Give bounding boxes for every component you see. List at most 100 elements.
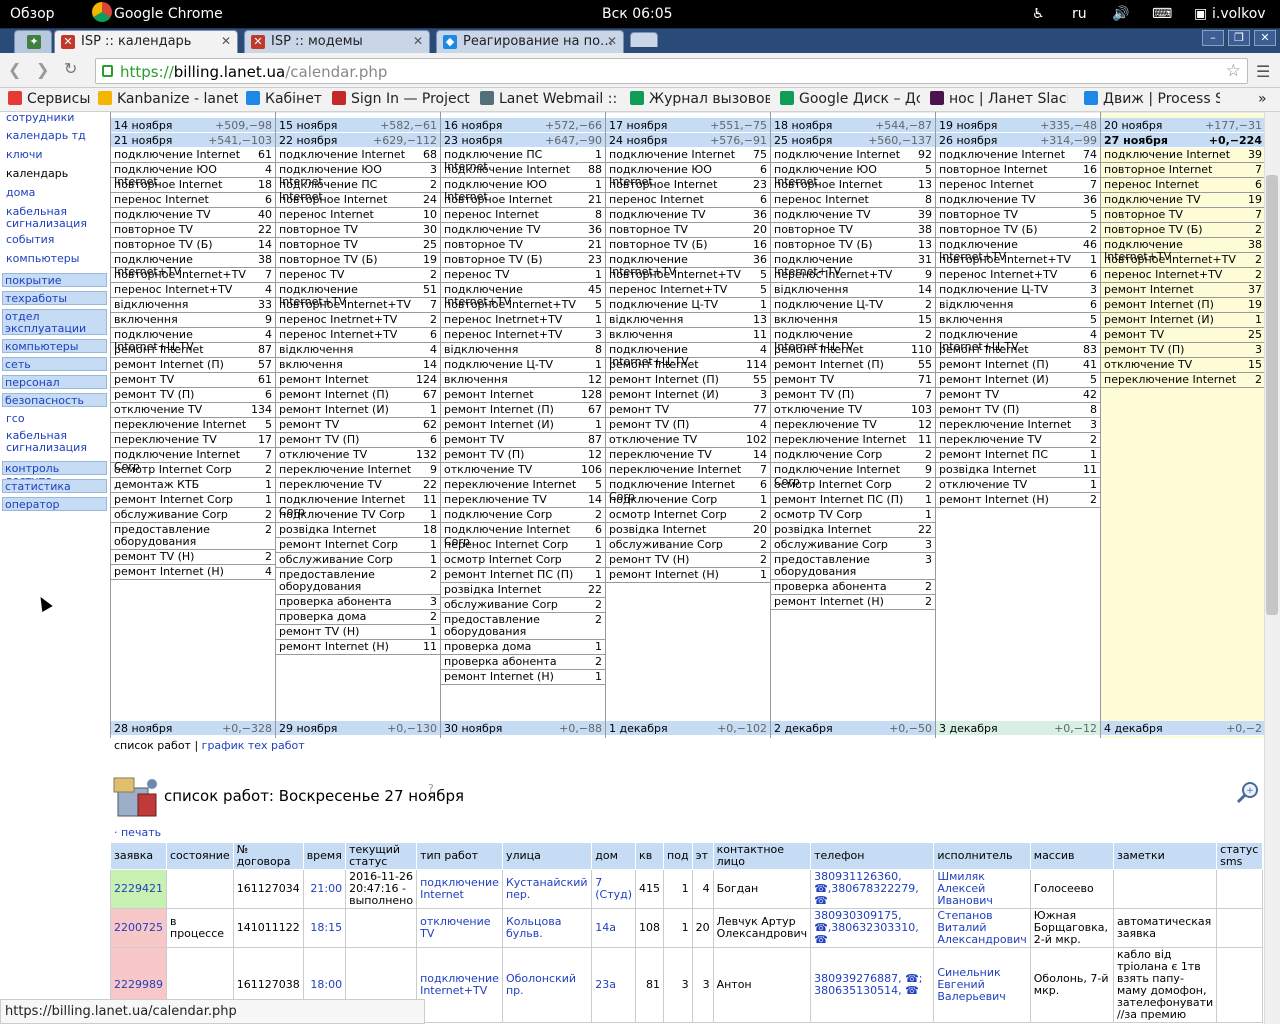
work-type-row[interactable]: ремонт Internet (Н) 4 (111, 565, 275, 580)
forward-icon[interactable]: ❯ (36, 60, 49, 79)
work-type-row[interactable]: розвідка Internet 18 (276, 523, 440, 538)
work-type-row[interactable]: перенос Internet 6 (1101, 178, 1264, 193)
work-type-row[interactable]: подключение Ц-TV 1 (606, 298, 770, 313)
work-type-row[interactable]: подключение TV 40 (111, 208, 275, 223)
work-type-row[interactable]: проверка абонента 2 (441, 655, 605, 670)
work-type-row[interactable]: предоставление оборудования 3 (771, 553, 935, 580)
print-link[interactable]: · печать (114, 826, 161, 839)
work-type-row[interactable]: подключение Internet Corp 9 (771, 463, 935, 488)
bookmark-item[interactable]: Сервисы (8, 91, 92, 107)
work-type-row[interactable]: подключение ЮО Internet 1 (441, 178, 605, 203)
work-type-row[interactable]: подключение Internet+TV 31 (771, 253, 935, 278)
sidebar-link[interactable]: ключи (6, 149, 102, 161)
sidebar-section[interactable]: безопасность (2, 393, 107, 407)
work-type-row[interactable]: ремонт Internet (Н) 1 (441, 670, 605, 685)
cell-street-link[interactable]: Оболонский пр. (506, 972, 576, 997)
bookmark-item[interactable]: Sign In — Projects (332, 91, 470, 107)
work-type-row[interactable]: переключение TV 2 (936, 433, 1100, 448)
column-header[interactable]: массив (1029, 842, 1114, 870)
work-type-row[interactable]: переключение TV 14 (441, 493, 605, 508)
day-header[interactable]: 19 ноября +335,−48 (936, 118, 1100, 133)
work-type-row[interactable]: предоставление оборудования 2 (276, 568, 440, 595)
sidebar-link[interactable]: дома (6, 187, 102, 199)
minimize-icon[interactable]: – (1202, 30, 1224, 46)
sidebar-section[interactable]: отдел эксплуатации (2, 309, 107, 335)
column-header[interactable]: тип работ (416, 842, 503, 870)
work-type-row[interactable]: повторное Internet+TV 5 (441, 298, 605, 313)
work-type-row[interactable]: ремонт Internet 37 (1101, 283, 1264, 298)
work-type-row[interactable]: перенос Internet 7 (936, 178, 1100, 193)
work-type-row[interactable]: подключение Internet 68 (276, 148, 440, 163)
help-icon[interactable]: ? (428, 782, 434, 795)
work-type-row[interactable]: подключение Corp 2 (771, 448, 935, 463)
work-type-row[interactable]: ремонт Internet 128 (441, 388, 605, 403)
work-type-row[interactable]: перенос Internet+TV 4 (111, 283, 275, 298)
cell-house[interactable]: 23а (591, 947, 637, 1023)
cell-time-link[interactable]: 21:00 (310, 882, 342, 895)
work-type-row[interactable]: подключение ЮО Internet 4 (111, 163, 275, 188)
work-type-row[interactable]: проверка абонента 3 (276, 595, 440, 610)
work-type-row[interactable]: включення 15 (771, 313, 935, 328)
cell-phone[interactable]: 380939276887, ☎; 380635130514, ☎ (810, 947, 935, 1023)
work-type-row[interactable]: ремонт Internet ПС 1 (936, 448, 1100, 463)
work-type-row[interactable]: ремонт TV 25 (1101, 328, 1264, 343)
work-type-row[interactable]: повторное TV 22 (111, 223, 275, 238)
work-type-row[interactable]: перенос Internet 8 (771, 193, 935, 208)
sidebar-link[interactable]: события (6, 234, 102, 246)
work-type-row[interactable]: переключение Internet 5 (441, 478, 605, 493)
sidebar-link[interactable]: сотрудники (6, 112, 102, 124)
work-type-row[interactable]: включення 11 (606, 328, 770, 343)
work-type-row[interactable]: отключение TV 106 (441, 463, 605, 478)
column-header[interactable]: № договора (232, 842, 304, 870)
schedule-link[interactable]: график тех работ (202, 739, 305, 752)
work-type-row[interactable]: повторное TV 20 (606, 223, 770, 238)
work-type-row[interactable]: подключение Internet Corp 6 (441, 523, 605, 548)
sidebar-section[interactable]: контроль доступа (2, 461, 107, 487)
work-type-row[interactable]: відключення 6 (936, 298, 1100, 313)
work-type-row[interactable]: ремонт Internet Corp 1 (111, 493, 275, 508)
work-type-row[interactable]: повторное TV (Б) 13 (771, 238, 935, 253)
work-type-row[interactable]: отключение TV 103 (771, 403, 935, 418)
sidebar-section[interactable]: техработы (2, 291, 107, 305)
bookmark-item[interactable]: Google Диск – Дс (780, 91, 920, 107)
work-type-row[interactable]: подключение ЮО Internet 3 (276, 163, 440, 188)
work-type-row[interactable]: повторное Internet 21 (441, 193, 605, 208)
sidebar-section[interactable]: сеть (2, 357, 107, 371)
cell-type-link[interactable]: подключение Internet+TV (420, 972, 499, 997)
work-type-row[interactable]: перенос Internet 6 (606, 193, 770, 208)
work-type-row[interactable]: подключение Internet 61 (111, 148, 275, 163)
work-type-row[interactable]: проверка абонента 2 (771, 580, 935, 595)
cell-time[interactable]: 21:00 (302, 869, 347, 909)
work-type-row[interactable]: ремонт Internet 110 (771, 343, 935, 358)
cell-type-link[interactable]: отключение TV (420, 915, 490, 940)
work-type-row[interactable]: ремонт TV (П) 7 (771, 388, 935, 403)
day-header[interactable]: 1 декабря +0,−102 (606, 721, 770, 736)
cell-street[interactable]: Кустанайский пер. (501, 869, 593, 909)
cell-street[interactable]: Оболонский пр. (501, 947, 593, 1023)
work-type-row[interactable]: повторное Internet 16 (936, 163, 1100, 178)
column-header[interactable]: кв (635, 842, 665, 870)
column-header[interactable]: заметки (1112, 842, 1218, 870)
cell-type[interactable]: подключение Internet+TV (416, 947, 503, 1023)
cell-worker[interactable]: Синельник Евгений Валерьевич (933, 947, 1031, 1023)
work-type-row[interactable]: подключение TV 36 (441, 223, 605, 238)
cell-type[interactable]: отключение TV (416, 908, 503, 948)
work-type-row[interactable]: ремонт Internet 87 (111, 343, 275, 358)
work-type-row[interactable]: повторное Internet+TV 2 (1101, 253, 1264, 268)
work-type-row[interactable]: переключение Internet 11 (771, 433, 935, 448)
work-type-row[interactable]: повторное TV 38 (771, 223, 935, 238)
work-type-row[interactable]: отключение TV 134 (111, 403, 275, 418)
sidebar-section[interactable]: компьютеры (2, 339, 107, 353)
work-type-row[interactable]: подключение Internet 88 (441, 163, 605, 178)
work-type-row[interactable]: перенос Internet 6 (111, 193, 275, 208)
work-type-row[interactable]: включення 14 (276, 358, 440, 373)
work-type-row[interactable]: переключение TV 17 (111, 433, 275, 448)
work-type-row[interactable]: подключение TV 36 (936, 193, 1100, 208)
day-header[interactable]: 14 ноября +509,−98 (111, 118, 275, 133)
column-header[interactable]: контактное лицо (712, 842, 812, 870)
work-type-row[interactable]: подключение Internet Corp 7 (111, 448, 275, 473)
clock[interactable]: Вск 06:05 (602, 6, 673, 22)
work-type-row[interactable]: ремонт Internet (П) 67 (276, 388, 440, 403)
work-type-row[interactable]: осмотр Internet Corp 2 (441, 553, 605, 568)
work-type-row[interactable]: подключение TV 36 (606, 208, 770, 223)
